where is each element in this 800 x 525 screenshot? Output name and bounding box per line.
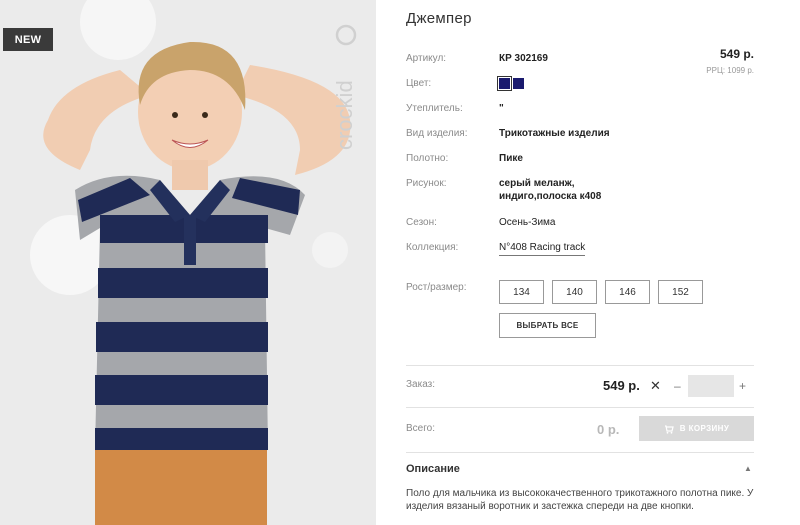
- divider: [406, 365, 754, 366]
- product-photo[interactable]: crockid NEW: [0, 0, 376, 525]
- spec-label-color: Цвет:: [406, 78, 432, 89]
- select-all-sizes-button[interactable]: ВЫБРАТЬ ВСЕ: [499, 313, 596, 338]
- product-price: 549 р.: [719, 47, 754, 61]
- total-value: 0 р.: [597, 422, 620, 437]
- new-badge: NEW: [3, 28, 53, 51]
- size-options: 134 140 146 152: [499, 280, 703, 304]
- chevron-up-icon[interactable]: ▲: [744, 464, 752, 473]
- size-button-152[interactable]: 152: [658, 280, 703, 304]
- collection-link[interactable]: N°408 Racing track: [499, 241, 586, 256]
- color-swatch-navy-selected[interactable]: [497, 76, 512, 91]
- add-to-cart-button[interactable]: В КОРЗИНУ: [639, 416, 754, 441]
- size-button-140[interactable]: 140: [552, 280, 597, 304]
- spec-label-product-type: Вид изделия:: [406, 128, 468, 139]
- spec-value-season: Осень-Зима: [499, 217, 556, 228]
- description-text: Поло для мальчика из высококачественного…: [406, 488, 754, 512]
- spec-value-insulation: ": [499, 103, 504, 114]
- size-label: Рост/размер:: [406, 282, 467, 293]
- spec-value-fabric: Пике: [499, 153, 523, 164]
- spec-value-product-type: Трикотажные изделия: [499, 128, 610, 139]
- spec-label-pattern: Рисунок:: [406, 178, 447, 189]
- divider: [406, 407, 754, 408]
- quantity-increase-button[interactable]: +: [739, 379, 746, 393]
- spec-label-insulation: Утеплитель:: [406, 103, 463, 114]
- size-button-134[interactable]: 134: [499, 280, 544, 304]
- add-to-cart-label: В КОРЗИНУ: [679, 424, 730, 433]
- color-swatches: [497, 76, 524, 91]
- spec-value-article: КР 302169: [499, 53, 548, 64]
- product-title: Джемпер: [406, 10, 472, 27]
- brand-watermark: crockid: [332, 80, 357, 150]
- product-image: crockid: [0, 0, 376, 525]
- multiply-icon: ✕: [650, 378, 661, 393]
- spec-label-fabric: Полотно:: [406, 153, 449, 164]
- quantity-input[interactable]: [688, 375, 734, 397]
- spec-label-article: Артикул:: [406, 53, 447, 64]
- spec-label-collection: Коллекция:: [406, 242, 459, 253]
- color-swatch-navy[interactable]: [513, 78, 524, 89]
- order-label: Заказ:: [406, 379, 436, 390]
- recommended-retail-price: РРЦ: 1099 р.: [706, 66, 754, 75]
- size-button-146[interactable]: 146: [605, 280, 650, 304]
- total-label: Всего:: [406, 423, 435, 434]
- description-heading[interactable]: Описание: [406, 463, 460, 475]
- spec-label-season: Сезон:: [406, 217, 437, 228]
- divider: [406, 452, 754, 453]
- quantity-decrease-button[interactable]: –: [674, 379, 681, 393]
- spec-value-pattern: серый меланж, индиго,полоска к408: [499, 178, 602, 202]
- cart-icon: [664, 424, 674, 434]
- order-unit-price: 549 р.: [603, 378, 640, 393]
